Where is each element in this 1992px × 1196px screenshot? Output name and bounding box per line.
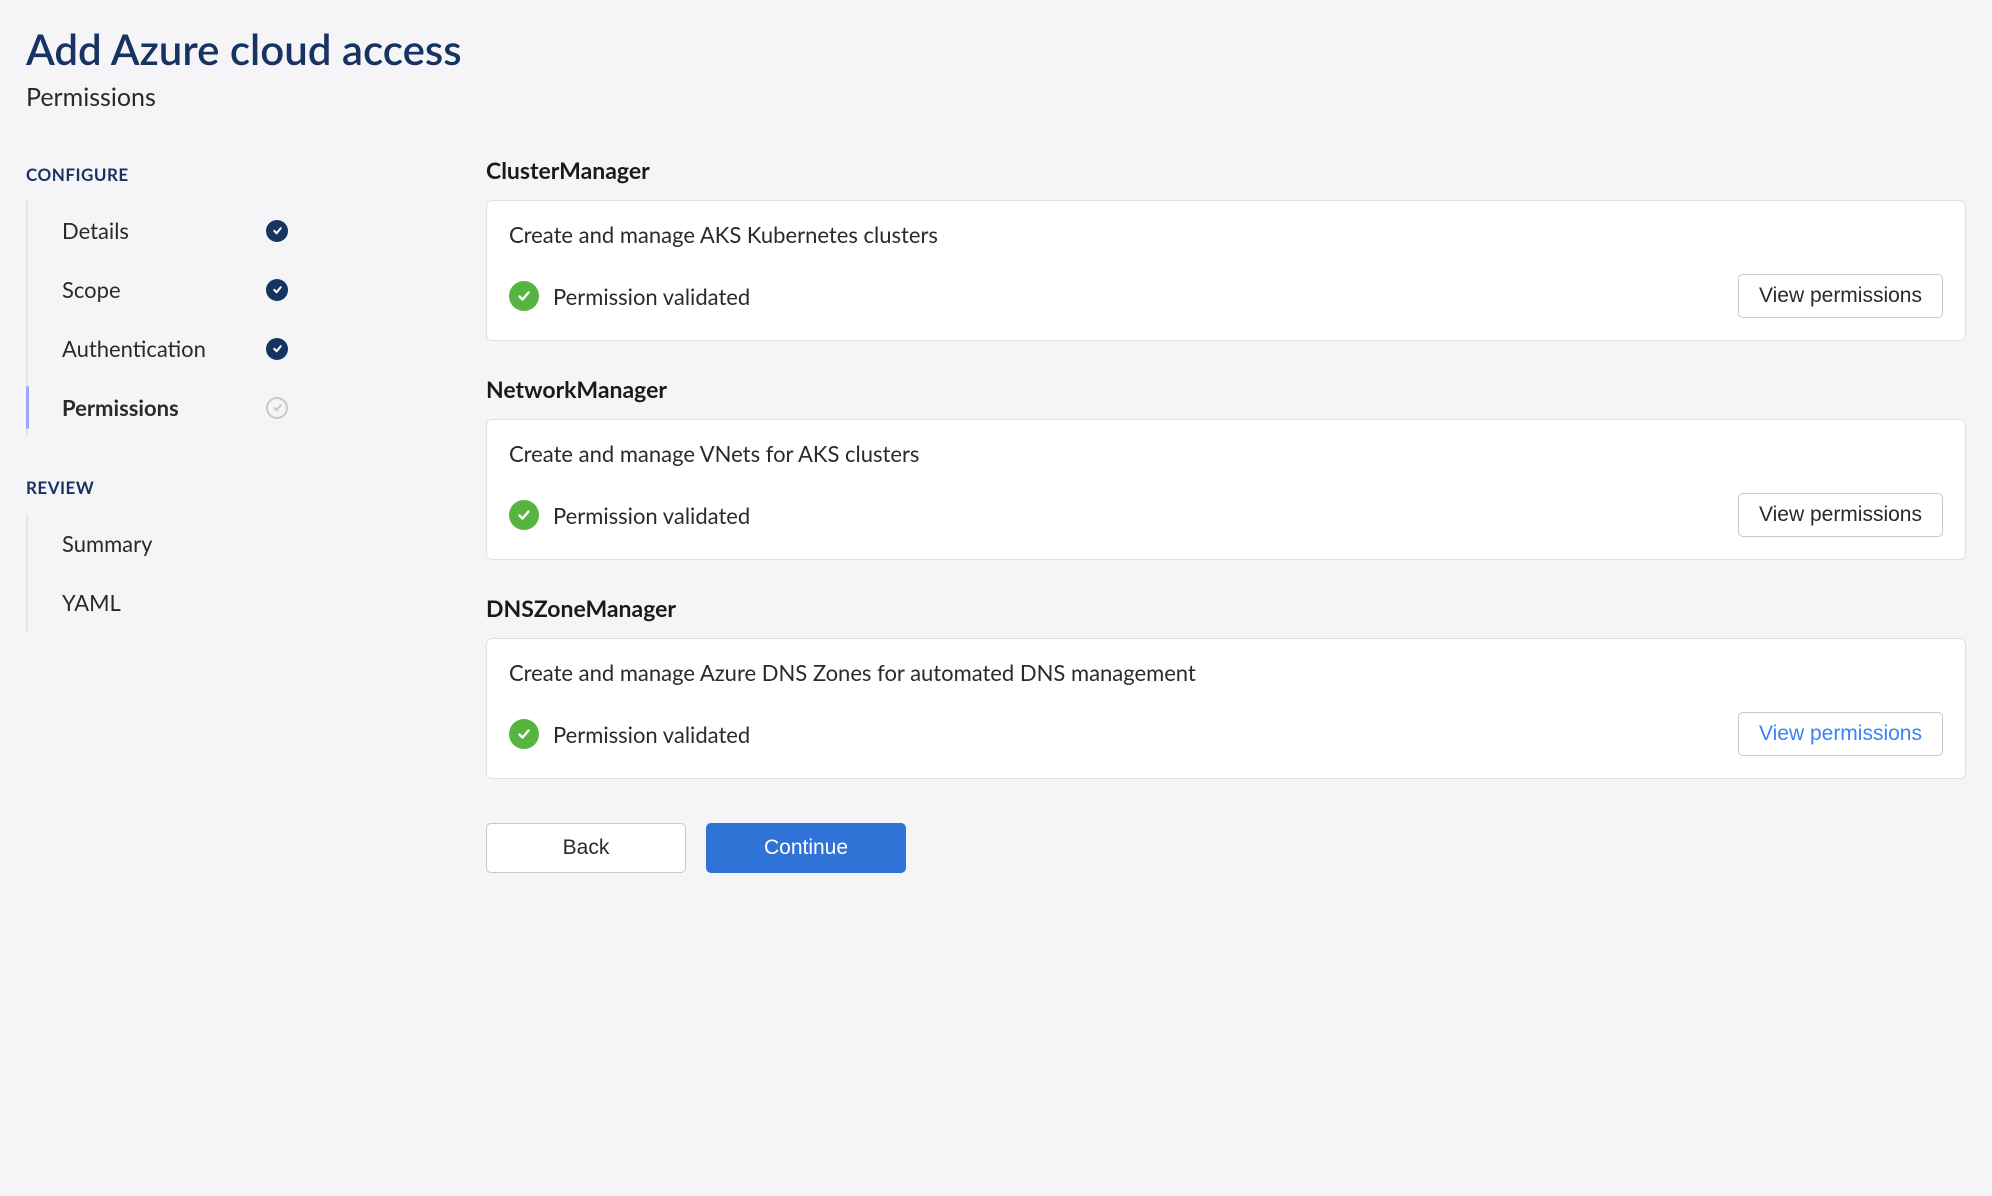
view-permissions-button[interactable]: View permissions [1738,712,1943,756]
permission-card: Create and manage Azure DNS Zones for au… [486,638,1966,779]
step-summary[interactable]: Summary [28,514,288,573]
permission-section-dnszonemanager: DNSZoneManager Create and manage Azure D… [486,594,1966,779]
permission-card: Create and manage AKS Kubernetes cluster… [486,200,1966,341]
permission-description: Create and manage Azure DNS Zones for au… [509,659,1943,686]
permission-status-text: Permission validated [553,721,750,748]
check-icon [266,397,288,419]
check-icon [266,220,288,242]
check-icon [266,279,288,301]
permission-section-clustermanager: ClusterManager Create and manage AKS Kub… [486,156,1966,341]
permission-card: Create and manage VNets for AKS clusters… [486,419,1966,560]
step-authentication[interactable]: Authentication [28,319,288,378]
step-scope[interactable]: Scope [28,260,288,319]
page-title: Add Azure cloud access [26,24,1966,74]
permission-description: Create and manage VNets for AKS clusters [509,440,1943,467]
section-label-configure: CONFIGURE [26,164,486,185]
permission-section-networkmanager: NetworkManager Create and manage VNets f… [486,375,1966,560]
check-icon [266,338,288,360]
view-permissions-button[interactable]: View permissions [1738,274,1943,318]
step-label: Authentication [62,335,206,362]
wizard-sidebar: CONFIGURE Details Scope Authentication [26,156,486,873]
permission-status-text: Permission validated [553,502,750,529]
wizard-actions: Back Continue [486,823,1966,873]
permission-description: Create and manage AKS Kubernetes cluster… [509,221,1943,248]
success-check-icon [509,500,539,530]
step-permissions[interactable]: Permissions [28,378,288,437]
step-label: YAML [62,589,121,616]
step-list-review: Summary YAML [26,514,486,632]
step-label: Details [62,217,129,244]
continue-button[interactable]: Continue [706,823,906,873]
permission-status-text: Permission validated [553,283,750,310]
permission-title: DNSZoneManager [486,594,1966,622]
permission-status: Permission validated [509,281,750,311]
step-list-configure: Details Scope Authentication Permissions [26,201,486,437]
step-details[interactable]: Details [28,201,288,260]
page-subtitle: Permissions [26,82,1966,112]
step-label: Summary [62,530,152,557]
permission-title: ClusterManager [486,156,1966,184]
permission-status: Permission validated [509,719,750,749]
step-label: Scope [62,276,121,303]
section-label-review: REVIEW [26,477,486,498]
main-content: ClusterManager Create and manage AKS Kub… [486,156,1966,873]
permission-status: Permission validated [509,500,750,530]
step-yaml[interactable]: YAML [28,573,288,632]
permission-title: NetworkManager [486,375,1966,403]
success-check-icon [509,281,539,311]
view-permissions-button[interactable]: View permissions [1738,493,1943,537]
success-check-icon [509,719,539,749]
step-label: Permissions [62,394,179,421]
back-button[interactable]: Back [486,823,686,873]
